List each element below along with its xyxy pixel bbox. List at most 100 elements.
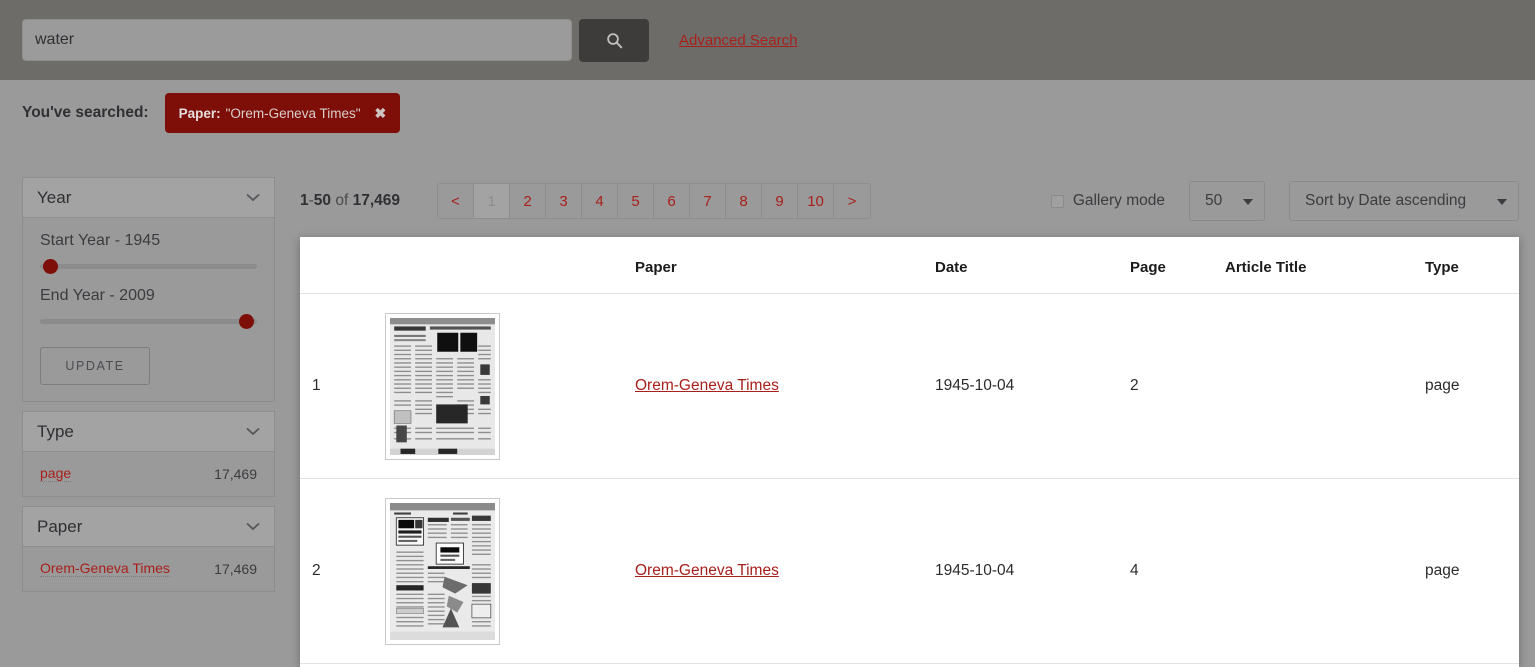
facet-title: Paper (37, 516, 83, 536)
pager-page-3[interactable]: 3 (546, 184, 583, 218)
gallery-mode-label: Gallery mode (1072, 192, 1165, 209)
sort-value: Sort by Date ascending (1305, 192, 1467, 209)
results-table-head: Paper Date Page Article Title Type (300, 237, 1519, 294)
row-type: page (1425, 293, 1519, 479)
pager-page-9[interactable]: 9 (762, 184, 799, 218)
pager-page-4[interactable]: 4 (582, 184, 619, 218)
slider-handle-start[interactable] (43, 259, 58, 274)
pager-page-6[interactable]: 6 (654, 184, 691, 218)
sort-select[interactable]: Sort by Date ascending (1289, 181, 1519, 221)
slider-track (40, 319, 257, 324)
col-paper: Paper (635, 237, 935, 294)
pager-page-5[interactable]: 5 (618, 184, 655, 218)
pager-page-7[interactable]: 7 (690, 184, 727, 218)
advanced-search-link[interactable]: Advanced Search (679, 32, 797, 49)
col-thumb (385, 237, 635, 294)
pager-page-1[interactable]: 1 (474, 184, 511, 218)
slider-track (40, 264, 257, 269)
facet-sidebar: Year Start Year - 1945 End Year - 2009 U… (22, 177, 275, 601)
facet-header-paper[interactable]: Paper (23, 507, 274, 547)
row-paper-cell: Orem-Geneva Times (635, 293, 935, 479)
newspaper-page-thumbnail[interactable] (385, 312, 500, 460)
close-icon[interactable]: ✖ (375, 105, 387, 122)
row-thumbnail-cell (385, 478, 635, 664)
facet-title: Type (37, 421, 74, 441)
gallery-mode-toggle[interactable]: Gallery mode (1050, 192, 1165, 210)
facet-term-count: 17,469 (214, 465, 257, 482)
facet-header-year[interactable]: Year (23, 178, 274, 218)
newspaper-page-thumbnail[interactable] (385, 497, 500, 645)
table-header-row: Paper Date Page Article Title Type (300, 237, 1519, 294)
table-row: 1 Orem-Geneva Times 1945-10-04 2 page (300, 293, 1519, 479)
active-filter-chip-paper[interactable]: Paper: "Orem-Geneva Times" ✖ (164, 93, 401, 133)
chip-value: "Orem-Geneva Times" (225, 105, 361, 121)
facet-card-type: Type page 17,469 (22, 411, 275, 497)
end-year-slider[interactable] (40, 314, 257, 329)
chevron-down-icon (246, 522, 260, 531)
paper-link[interactable]: Orem-Geneva Times (635, 562, 779, 579)
thumbnail-image (390, 502, 495, 640)
page-size-value: 50 (1205, 192, 1223, 209)
facet-term-link[interactable]: page (40, 465, 72, 482)
search-icon (606, 32, 622, 48)
results-controls: 1-50 of 17,469 < 1 2 3 4 5 6 7 8 9 10 > … (300, 177, 1519, 225)
facet-header-type[interactable]: Type (23, 412, 274, 452)
start-year-slider[interactable] (40, 259, 257, 274)
facet-card-paper: Paper Orem-Geneva Times 17,469 (22, 506, 275, 592)
pager-page-2[interactable]: 2 (510, 184, 547, 218)
results-table: Paper Date Page Article Title Type 1 Ore… (300, 237, 1519, 664)
col-type: Type (1425, 237, 1519, 294)
slider-handle-end[interactable] (239, 314, 254, 329)
gallery-mode-checkbox[interactable] (1050, 194, 1064, 208)
total-count: 17,469 (352, 192, 401, 209)
chevron-down-icon (1497, 199, 1507, 205)
row-page: 2 (1130, 293, 1225, 479)
col-page: Page (1130, 237, 1225, 294)
pager-page-10[interactable]: 10 (798, 184, 835, 218)
chevron-down-icon (246, 193, 260, 202)
pager-page-8[interactable]: 8 (726, 184, 763, 218)
facet-term-link[interactable]: Orem-Geneva Times (40, 560, 170, 577)
row-article-title (1225, 478, 1425, 664)
pager-prev[interactable]: < (438, 184, 475, 218)
active-filters-bar: You've searched: Paper: "Orem-Geneva Tim… (0, 80, 1535, 146)
col-date: Date (935, 237, 1130, 294)
row-date: 1945-10-04 (935, 293, 1130, 479)
of-word: of (335, 192, 349, 209)
chevron-down-icon (246, 427, 260, 436)
page-size-select[interactable]: 50 (1189, 181, 1265, 221)
row-page: 4 (1130, 478, 1225, 664)
facet-term-row: page 17,469 (23, 452, 274, 496)
searched-label: You've searched: (22, 104, 149, 121)
row-index: 1 (300, 293, 385, 479)
row-date: 1945-10-04 (935, 478, 1130, 664)
search-input[interactable] (22, 19, 572, 61)
row-paper-cell: Orem-Geneva Times (635, 478, 935, 664)
facet-card-year: Year Start Year - 1945 End Year - 2009 U… (22, 177, 275, 402)
facet-body-year: Start Year - 1945 End Year - 2009 UPDATE (23, 218, 274, 401)
col-index (300, 237, 385, 294)
range-start: 1 (300, 192, 309, 209)
facet-term-row: Orem-Geneva Times 17,469 (23, 547, 274, 591)
row-type: page (1425, 478, 1519, 664)
row-article-title (1225, 293, 1425, 479)
pagination: < 1 2 3 4 5 6 7 8 9 10 > (437, 183, 872, 219)
col-article-title: Article Title (1225, 237, 1425, 294)
search-submit-button[interactable] (579, 18, 649, 62)
chip-key: Paper: (178, 105, 221, 121)
table-row: 2 Orem-Geneva Times 1945-10-04 4 page (300, 478, 1519, 664)
search-header: Advanced Search (0, 0, 1535, 80)
range-end: 50 (313, 192, 332, 209)
end-year-label: End Year - 2009 (40, 287, 155, 304)
facet-title: Year (37, 187, 72, 207)
facet-term-count: 17,469 (214, 560, 257, 577)
chevron-down-icon (1243, 199, 1253, 205)
results-table-body: 1 Orem-Geneva Times 1945-10-04 2 page 2 … (300, 293, 1519, 664)
row-index: 2 (300, 478, 385, 664)
results-panel: Paper Date Page Article Title Type 1 Ore… (300, 237, 1519, 667)
row-thumbnail-cell (385, 293, 635, 479)
results-count-summary: 1-50 of 17,469 (300, 192, 400, 210)
update-button[interactable]: UPDATE (40, 347, 150, 385)
pager-next[interactable]: > (834, 184, 870, 218)
paper-link[interactable]: Orem-Geneva Times (635, 377, 779, 394)
